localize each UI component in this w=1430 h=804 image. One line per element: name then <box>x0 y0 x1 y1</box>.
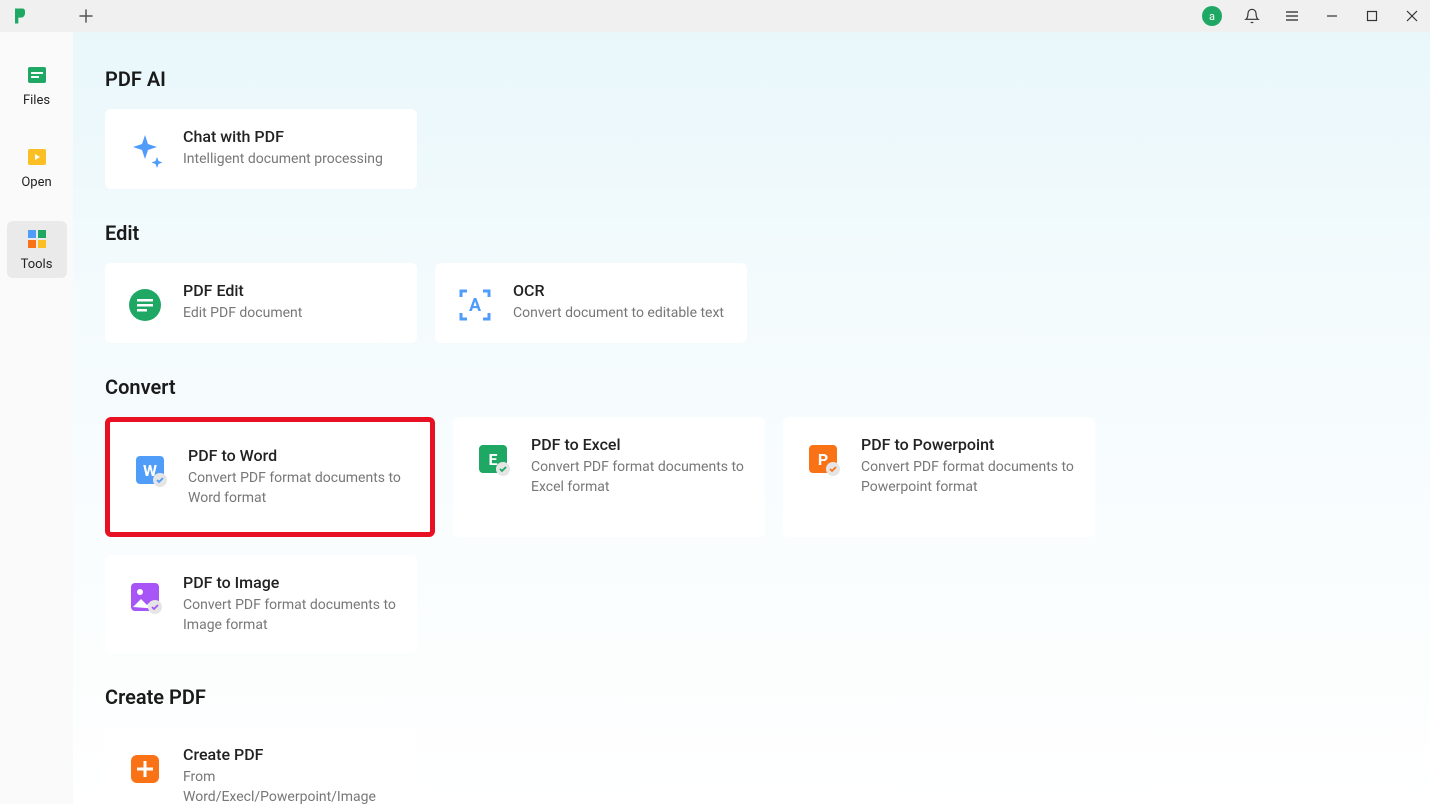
card-desc: Intelligent document processing <box>183 150 383 170</box>
card-title: PDF to Powerpoint <box>861 435 1075 454</box>
card-pdf-to-excel[interactable]: E PDF to Excel Convert PDF format docume… <box>453 417 765 537</box>
card-text: Chat with PDF Intelligent document proce… <box>183 127 383 170</box>
card-desc: Convert PDF format documents to Image fo… <box>183 596 397 635</box>
card-pdf-to-image[interactable]: PDF to Image Convert PDF format document… <box>105 555 417 653</box>
section-convert: Convert W PDF to Word Convert PDF format… <box>105 375 1398 653</box>
card-desc: From Word/Execl/Powerpoint/Image <box>183 768 397 804</box>
tools-icon <box>25 227 49 251</box>
sidebar-label: Tools <box>21 257 53 272</box>
maximize-button[interactable] <box>1362 6 1382 26</box>
card-text: PDF to Powerpoint Convert PDF format doc… <box>861 435 1075 497</box>
card-text: OCR Convert document to editable text <box>513 281 724 324</box>
excel-icon: E <box>473 439 513 479</box>
section-edit: Edit PDF Edit Edit PDF document A <box>105 221 1398 343</box>
powerpoint-icon: P <box>803 439 843 479</box>
card-row: PDF Edit Edit PDF document A OCR Convert… <box>105 263 1398 343</box>
section-title: PDF AI <box>105 67 1398 91</box>
card-pdf-to-word[interactable]: W PDF to Word Convert PDF format documen… <box>105 417 435 537</box>
svg-text:A: A <box>469 295 482 316</box>
section-title: Convert <box>105 375 1398 399</box>
card-ocr[interactable]: A OCR Convert document to editable text <box>435 263 747 343</box>
card-text: PDF to Image Convert PDF format document… <box>183 573 397 635</box>
card-title: Create PDF <box>183 745 397 764</box>
card-chat-with-pdf[interactable]: Chat with PDF Intelligent document proce… <box>105 109 417 189</box>
sidebar-label: Open <box>21 175 51 190</box>
card-pdf-to-powerpoint[interactable]: P PDF to Powerpoint Convert PDF format d… <box>783 417 1095 537</box>
card-text: PDF to Word Convert PDF format documents… <box>188 446 410 508</box>
word-icon: W <box>130 450 170 490</box>
svg-text:E: E <box>489 450 498 469</box>
main-area: Files Open Tools PDF AI <box>0 32 1430 804</box>
card-desc: Convert PDF format documents to Word for… <box>188 469 410 508</box>
card-row: W PDF to Word Convert PDF format documen… <box>105 417 1398 653</box>
sidebar-item-tools[interactable]: Tools <box>7 221 67 278</box>
titlebar-right: a <box>1202 6 1422 26</box>
card-title: PDF to Excel <box>531 435 745 454</box>
menu-icon[interactable] <box>1282 6 1302 26</box>
card-desc: Convert document to editable text <box>513 304 724 324</box>
content-area: PDF AI Chat with PDF Intelligent documen… <box>73 32 1430 804</box>
files-icon <box>25 63 49 87</box>
card-desc: Convert PDF format documents to Excel fo… <box>531 458 745 497</box>
card-row: Chat with PDF Intelligent document proce… <box>105 109 1398 189</box>
card-row: Create PDF From Word/Execl/Powerpoint/Im… <box>105 727 1398 804</box>
titlebar: a <box>0 0 1430 32</box>
card-create-pdf[interactable]: Create PDF From Word/Execl/Powerpoint/Im… <box>105 727 417 804</box>
card-desc: Convert PDF format documents to Powerpoi… <box>861 458 1075 497</box>
section-title: Edit <box>105 221 1398 245</box>
card-text: Create PDF From Word/Execl/Powerpoint/Im… <box>183 745 397 804</box>
card-title: PDF to Word <box>188 446 410 465</box>
card-pdf-edit[interactable]: PDF Edit Edit PDF document <box>105 263 417 343</box>
minimize-button[interactable] <box>1322 6 1342 26</box>
image-icon <box>125 577 165 617</box>
ocr-icon: A <box>455 285 495 325</box>
section-create: Create PDF Create PDF From Word/Execl/Po… <box>105 685 1398 804</box>
notification-icon[interactable] <box>1242 6 1262 26</box>
sparkle-icon <box>125 131 165 171</box>
pdf-edit-icon <box>125 285 165 325</box>
create-pdf-icon <box>125 749 165 789</box>
section-pdf-ai: PDF AI Chat with PDF Intelligent documen… <box>105 67 1398 189</box>
card-desc: Edit PDF document <box>183 304 302 324</box>
section-title: Create PDF <box>105 685 1398 709</box>
user-avatar[interactable]: a <box>1202 6 1222 26</box>
card-title: OCR <box>513 281 724 300</box>
card-text: PDF to Excel Convert PDF format document… <box>531 435 745 497</box>
sidebar-item-files[interactable]: Files <box>7 57 67 114</box>
card-title: Chat with PDF <box>183 127 383 146</box>
titlebar-left <box>8 4 98 28</box>
new-tab-button[interactable] <box>74 4 98 28</box>
app-logo-icon <box>8 4 32 28</box>
sidebar-label: Files <box>23 93 50 108</box>
open-icon <box>25 145 49 169</box>
card-title: PDF to Image <box>183 573 397 592</box>
sidebar-item-open[interactable]: Open <box>7 139 67 196</box>
close-button[interactable] <box>1402 6 1422 26</box>
card-text: PDF Edit Edit PDF document <box>183 281 302 324</box>
sidebar: Files Open Tools <box>0 32 73 804</box>
card-title: PDF Edit <box>183 281 302 300</box>
